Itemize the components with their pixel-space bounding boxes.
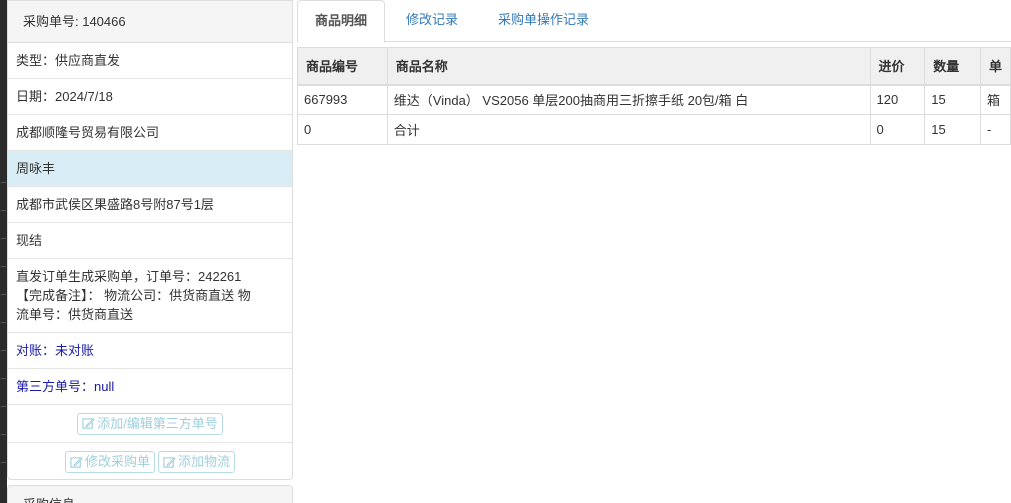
table-header-row: 商品编号 商品名称 进价 数量 单 — [297, 47, 1011, 86]
order-type: 类型：供应商直发 — [8, 43, 292, 79]
header-unit: 单 — [979, 47, 1011, 86]
edit-icon — [163, 456, 176, 468]
header-quantity: 数量 — [924, 47, 981, 86]
cell-unit: - — [979, 114, 1011, 145]
cell-item-code: 667993 — [297, 84, 388, 115]
detail-tabs: 商品明细 修改记录 采购单操作记录 — [297, 0, 1011, 43]
add-logistics-label: 添加物流 — [178, 454, 231, 469]
add-logistics-button[interactable]: 添加物流 — [158, 451, 236, 473]
supplier-name: 成都顺隆号贸易有限公司 — [8, 115, 292, 151]
edit-third-party-button[interactable]: 添加/编辑第三方单号 — [77, 412, 223, 435]
cell-price: 120 — [869, 84, 926, 115]
table-row-total: 0 合计 0 15 - — [297, 114, 1011, 145]
order-info-panel: 采购单号: 140466 类型：供应商直发 日期：2024/7/18 成都顺隆号… — [7, 0, 293, 480]
table-row: 667993 维达（Vinda） VS2056 单层200抽商用三折擦手纸 20… — [297, 84, 1011, 115]
third-party-number: 第三方单号：null — [8, 369, 292, 405]
purchase-info-panel-heading: 采购信息 — [7, 485, 293, 503]
cell-item-name: 维达（Vinda） VS2056 单层200抽商用三折擦手纸 20包/箱 白 — [386, 84, 871, 115]
contact-person[interactable]: 周咏丰 — [8, 151, 292, 187]
cell-price: 0 — [869, 114, 926, 145]
order-remark-line: 直发订单生成采购单，订单号：242261 — [16, 269, 242, 284]
header-item-code: 商品编号 — [297, 47, 388, 86]
cell-quantity: 15 — [924, 84, 981, 115]
edit-icon — [70, 456, 83, 468]
cell-quantity: 15 — [924, 114, 981, 145]
order-actions: 修改采购单 添加物流 — [8, 443, 292, 481]
edit-order-button[interactable]: 修改采购单 — [64, 451, 155, 473]
order-remark-line: 【完成备注】： 物流公司：供货商直送 物 — [16, 288, 251, 303]
order-remark-line: 流单号：供货商直送 — [16, 307, 134, 322]
window-edge — [0, 0, 7, 503]
tab-edit-history[interactable]: 修改记录 — [390, 0, 474, 42]
cell-item-code: 0 — [297, 114, 388, 145]
tab-item-details[interactable]: 商品明细 — [297, 0, 386, 43]
payment-method: 现结 — [8, 223, 292, 259]
edit-order-label: 修改采购单 — [84, 454, 150, 469]
edit-third-party-label: 添加/编辑第三方单号 — [97, 415, 218, 431]
supplier-address: 成都市武侯区果盛路8号附87号1层 — [8, 187, 292, 223]
header-price: 进价 — [869, 47, 926, 86]
order-date: 日期：2024/7/18 — [8, 79, 292, 115]
order-number-heading: 采购单号: 140466 — [8, 1, 292, 43]
reconcile-status: 对账：未对账 — [8, 333, 292, 369]
edit-icon — [82, 418, 95, 429]
tab-operation-log[interactable]: 采购单操作记录 — [482, 0, 605, 42]
cell-item-name: 合计 — [386, 114, 871, 145]
third-party-actions: 添加/编辑第三方单号 — [8, 405, 292, 443]
order-remark: 直发订单生成采购单，订单号：242261 【完成备注】： 物流公司：供货商直送 … — [8, 259, 292, 333]
cell-unit: 箱 — [979, 84, 1011, 115]
item-table: 商品编号 商品名称 进价 数量 单 667993 维达（Vinda） VS205… — [297, 47, 1011, 145]
header-item-name: 商品名称 — [386, 47, 871, 86]
